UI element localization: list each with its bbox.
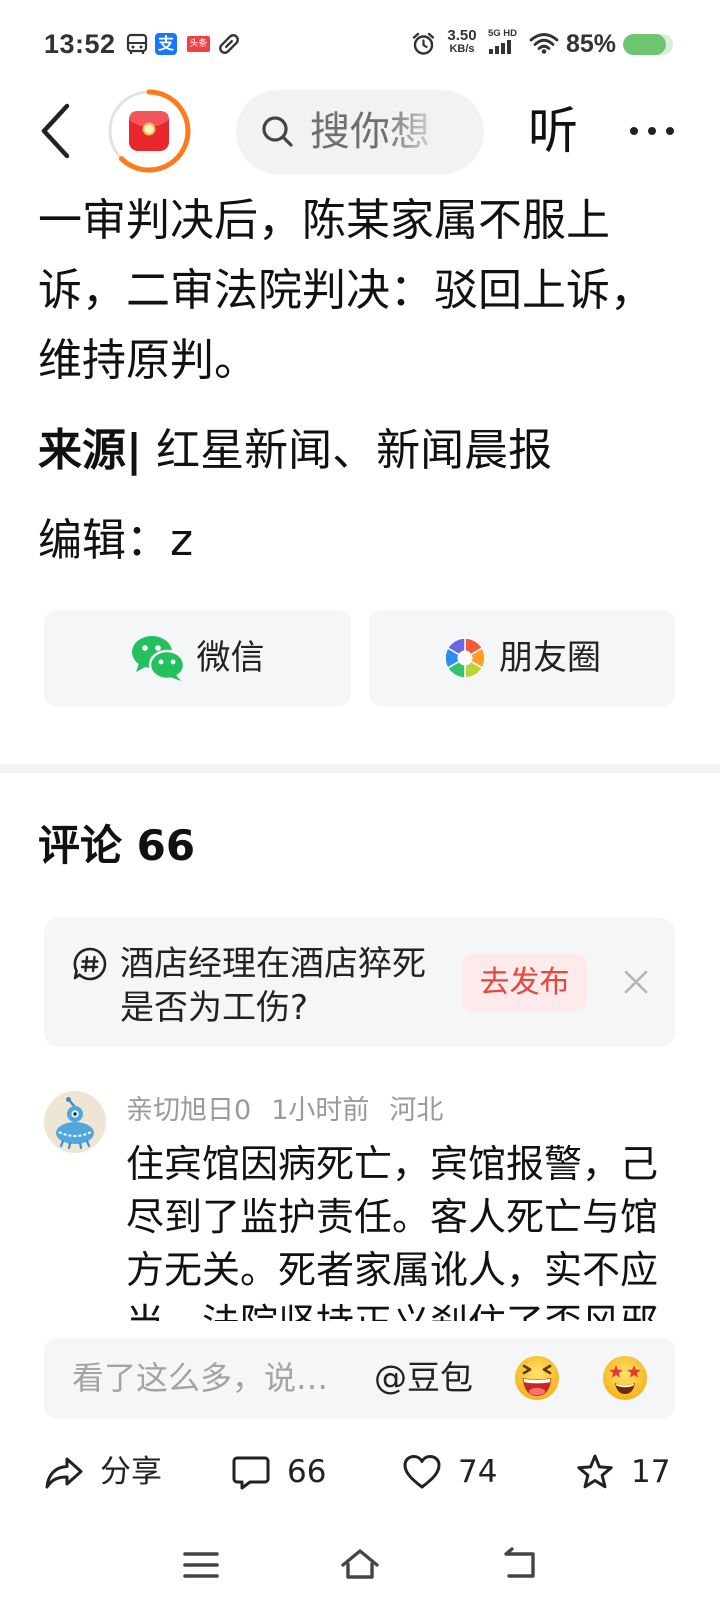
comments-title: 评论 66 <box>38 821 196 870</box>
network-speed-value: 3.50 <box>447 27 477 44</box>
section-divider <box>0 764 720 773</box>
comment-input-placeholder[interactable]: 看了这么多，说… <box>72 1338 328 1418</box>
comment-text: 住宾馆因病死亡，宾馆报警，己 尽到了监护责任。客人死亡与馆 方无关。死者家属讹人… <box>126 1138 696 1321</box>
listen-button[interactable]: 听 <box>528 96 578 166</box>
home-icon[interactable] <box>340 1545 380 1585</box>
heart-icon <box>402 1452 442 1492</box>
search-icon <box>260 114 296 150</box>
topic-text: 酒店经理在酒店猝死 是否为工伤? <box>120 942 426 1030</box>
comment-composer[interactable]: 看了这么多，说… @豆包 <box>44 1338 675 1418</box>
battery-percent: 85% <box>566 30 617 58</box>
article-line: 诉，二审法院判决：驳回上诉， <box>38 265 654 316</box>
share-label: 分享 <box>100 1454 162 1490</box>
back-icon[interactable] <box>500 1545 540 1585</box>
alipay-icon: 支 <box>155 33 177 55</box>
wifi-icon <box>529 32 559 54</box>
source-text: 红星新闻、新闻晨报 <box>156 425 553 476</box>
comment-count: 66 <box>287 1454 327 1490</box>
comment-username[interactable]: 亲切旭日0 <box>126 1095 251 1126</box>
signal-icon <box>489 40 513 54</box>
article-line: 一审判决后，陈某家属不服上 <box>38 195 610 246</box>
battery-fill <box>623 34 666 55</box>
topic-suggestion-card[interactable]: 酒店经理在酒店猝死 是否为工伤? 去发布 <box>44 918 675 1047</box>
moments-icon <box>443 636 487 680</box>
close-topic-button[interactable] <box>622 968 650 996</box>
mention-doubao-button[interactable]: @豆包 <box>374 1338 473 1418</box>
comment-button[interactable]: 66 <box>231 1452 326 1492</box>
more-dots-icon <box>630 127 674 135</box>
share-moments-button[interactable]: 朋友圈 <box>369 610 675 706</box>
screen: 13:52 支 头条 3.50 KB/s 5G HD 85% 搜你想 听 一审判… <box>0 0 720 1608</box>
network-speed: 3.50 KB/s <box>441 28 483 56</box>
avatar[interactable] <box>44 1091 106 1153</box>
share-arrow-icon <box>44 1452 84 1492</box>
network-type: 5G HD <box>488 28 518 39</box>
search-box[interactable]: 搜你想 <box>236 90 484 174</box>
article-line: 维持原判。 <box>38 335 258 386</box>
article-editor: 编辑：z <box>38 515 194 566</box>
publisher-avatar[interactable] <box>107 89 191 173</box>
battery-icon <box>623 34 673 55</box>
alarm-icon <box>411 31 436 56</box>
star-icon <box>575 1452 615 1492</box>
menu-icon[interactable] <box>181 1545 221 1585</box>
article-source: 来源| 红星新闻、新闻晨报 <box>38 416 552 486</box>
favorite-count: 17 <box>631 1454 671 1490</box>
comment-line: 尽到了监护责任。客人死亡与馆 <box>126 1195 659 1239</box>
share-button[interactable]: 分享 <box>44 1452 162 1492</box>
share-wechat-label: 微信 <box>196 638 265 678</box>
publish-topic-button[interactable]: 去发布 <box>462 954 587 1011</box>
favorite-button[interactable]: 17 <box>575 1452 670 1492</box>
hashtag-bubble-icon <box>72 946 108 982</box>
share-wechat-button[interactable]: 微信 <box>44 610 351 706</box>
comment-line: 住宾馆因病死亡，宾馆报警，己 <box>126 1142 659 1186</box>
topic-line: 是否为工伤? <box>120 988 309 1028</box>
comment-bubble-icon <box>231 1452 271 1492</box>
comment-line: 方无关。死者家属讹人，实不应 <box>126 1248 659 1292</box>
share-moments-label: 朋友圈 <box>499 638 601 678</box>
article-paragraph: 一审判决后，陈某家属不服上 诉，二审法院判决：驳回上诉， 维持原判。 <box>38 186 654 396</box>
network-speed-unit: KB/s <box>449 43 475 55</box>
toutiao-icon: 头条 <box>187 36 210 52</box>
search-placeholder: 搜你想 <box>310 109 430 155</box>
link-icon <box>217 32 241 56</box>
like-button[interactable]: 74 <box>402 1452 497 1492</box>
laughing-emoji-icon[interactable] <box>513 1354 561 1402</box>
topic-line: 酒店经理在酒店猝死 <box>120 944 426 984</box>
source-label: 来源| <box>38 425 143 476</box>
status-time: 13:52 <box>44 29 116 59</box>
bus-icon <box>126 33 148 55</box>
close-icon <box>624 970 648 994</box>
wechat-icon <box>131 634 185 682</box>
comment-location: 河北 <box>389 1095 444 1126</box>
comment-time: 1小时前 <box>271 1095 370 1126</box>
red-envelope-avatar-icon <box>108 89 191 173</box>
back-button[interactable] <box>36 100 76 162</box>
comment-line: 当，法院坚持正义刹住了歪风邪 <box>126 1297 696 1321</box>
more-button[interactable] <box>626 122 678 140</box>
like-count: 74 <box>458 1454 498 1490</box>
star-struck-emoji-icon[interactable] <box>601 1354 649 1402</box>
status-bar: 13:52 支 头条 3.50 KB/s 5G HD 85% <box>0 0 720 88</box>
comment-meta: 亲切旭日0 1小时前 河北 <box>126 1094 443 1128</box>
chevron-left-icon <box>41 103 70 159</box>
